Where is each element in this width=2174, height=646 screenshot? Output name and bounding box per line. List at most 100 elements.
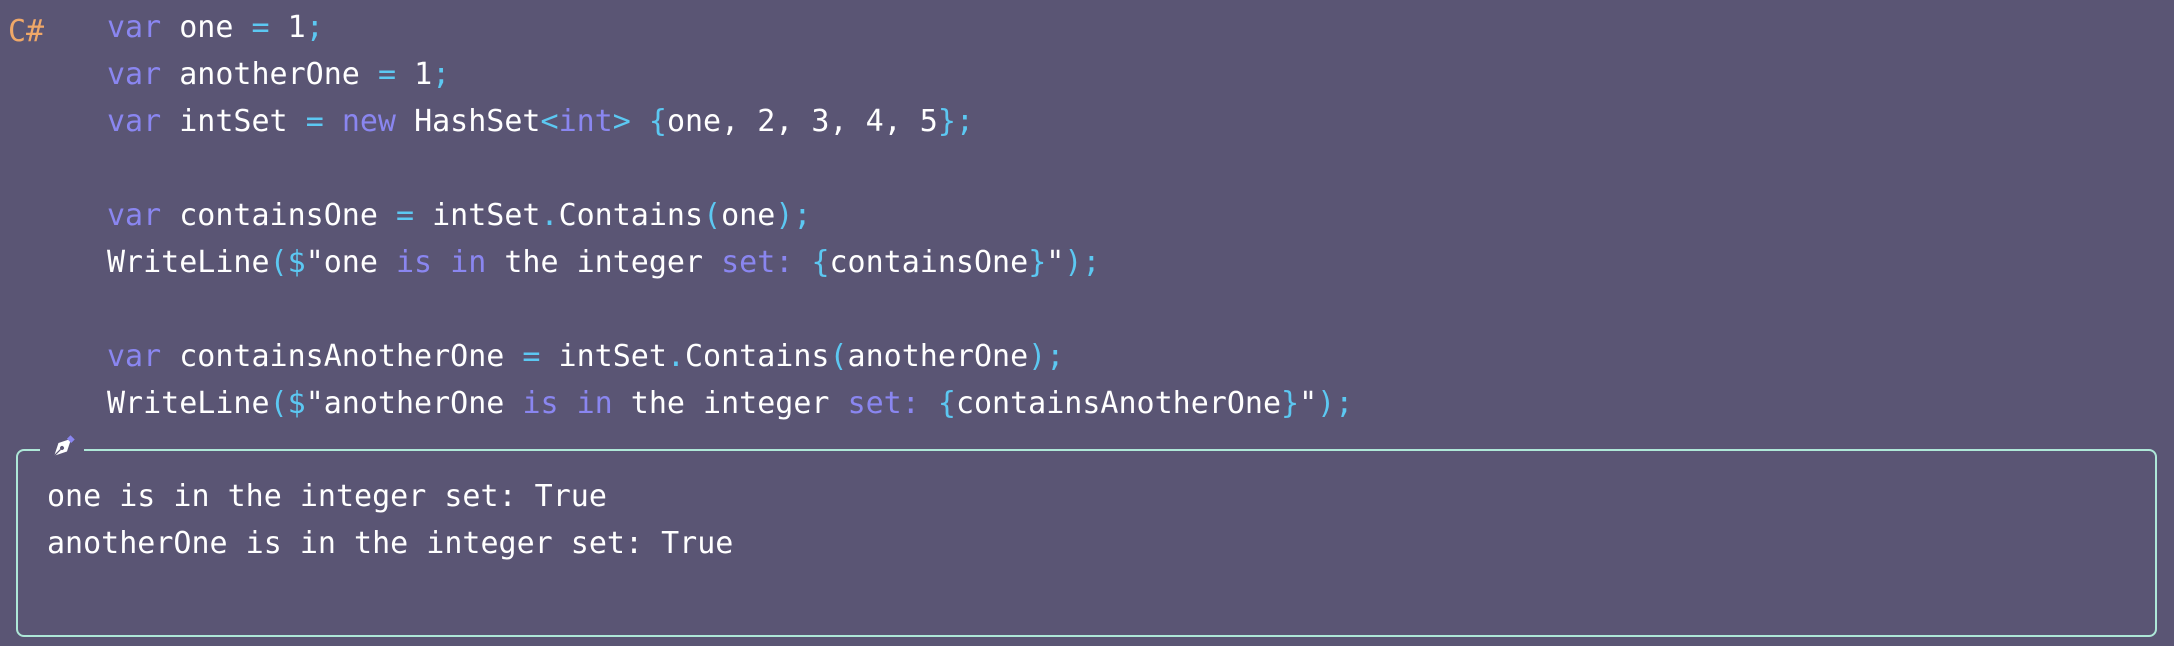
- code-token: HashSet: [414, 104, 541, 139]
- output-line: one is in the integer set: True: [47, 479, 607, 514]
- code-line: var anotherOne = 1;: [107, 51, 2174, 98]
- code-token: var: [107, 198, 162, 233]
- code-token: ": [1046, 245, 1065, 280]
- code-editor[interactable]: var one = 1; var anotherOne = 1; var intSe…: [107, 4, 2174, 427]
- code-token: ;: [432, 57, 451, 92]
- code-token: (: [703, 198, 722, 233]
- code-token: .: [666, 339, 685, 374]
- code-line: WriteLine($"one is in the integer set: {…: [107, 239, 2174, 286]
- code-token: var: [107, 104, 162, 139]
- code-token: is: [522, 386, 559, 421]
- code-token: 1: [414, 57, 433, 92]
- code-token: }: [1281, 386, 1300, 421]
- code-token: containsOne: [829, 245, 1029, 280]
- language-label: C#: [8, 14, 45, 49]
- code-line: var containsOne = intSet.Contains(one);: [107, 192, 2174, 239]
- output-text: one is in the integer set: True anotherO…: [47, 473, 733, 567]
- code-token: "one: [305, 245, 396, 280]
- code-line: var containsAnotherOne = intSet.Contains…: [107, 333, 2174, 380]
- code-token: ": [1299, 386, 1318, 421]
- code-token: anotherOne: [847, 339, 1029, 374]
- output-panel: one is in the integer set: True anotherO…: [16, 433, 2157, 637]
- code-token: );: [1317, 386, 1354, 421]
- code-token: the integer: [612, 386, 848, 421]
- code-token: {: [937, 386, 956, 421]
- code-token: WriteLine: [107, 386, 270, 421]
- code-token: Contains: [558, 198, 704, 233]
- code-token: }: [1028, 245, 1047, 280]
- code-token: intSet: [558, 339, 667, 374]
- code-token: );: [775, 198, 812, 233]
- code-token: one: [721, 198, 776, 233]
- code-token: containsOne: [179, 198, 378, 233]
- code-token: var: [107, 10, 162, 45]
- code-token: (: [829, 339, 848, 374]
- code-token: int: [558, 104, 613, 139]
- code-token: $: [287, 386, 306, 421]
- code-token: =: [377, 57, 396, 92]
- output-line: anotherOne is in the integer set: True: [47, 526, 734, 561]
- code-token: };: [937, 104, 974, 139]
- code-token: =: [522, 339, 541, 374]
- code-token: in: [576, 386, 613, 421]
- code-token: one: [179, 10, 234, 45]
- code-token: ;: [305, 10, 324, 45]
- code-token: =: [305, 104, 324, 139]
- code-token: =: [251, 10, 270, 45]
- code-token: intSet: [179, 104, 288, 139]
- code-token: in: [450, 245, 487, 280]
- code-token: containsAnotherOne: [179, 339, 505, 374]
- code-token: intSet: [432, 198, 541, 233]
- code-token: );: [1028, 339, 1065, 374]
- code-token: new: [341, 104, 396, 139]
- code-token: 1: [287, 10, 306, 45]
- code-token: $: [287, 245, 306, 280]
- code-token: .: [540, 198, 559, 233]
- code-token: {: [811, 245, 830, 280]
- code-token: Contains: [684, 339, 830, 374]
- code-token: (: [269, 245, 288, 280]
- code-token: is: [396, 245, 433, 280]
- code-token: set:: [847, 386, 920, 421]
- code-token: <: [540, 104, 559, 139]
- code-token: WriteLine: [107, 245, 270, 280]
- code-line: WriteLine($"anotherOne is in the integer…: [107, 380, 2174, 427]
- code-token: var: [107, 339, 162, 374]
- code-token: containsAnotherOne: [955, 386, 1282, 421]
- code-token: (: [269, 386, 288, 421]
- code-token: one, 2, 3, 4, 5: [666, 104, 938, 139]
- code-line: var one = 1;: [107, 4, 2174, 51]
- code-token: >: [612, 104, 631, 139]
- code-token: "anotherOne: [305, 386, 523, 421]
- code-token: );: [1064, 245, 1101, 280]
- code-token: set:: [721, 245, 794, 280]
- code-token: =: [396, 198, 415, 233]
- code-line: var intSet = new HashSet<int> {one, 2, 3…: [107, 98, 2174, 145]
- code-token: {: [648, 104, 667, 139]
- code-token: the integer: [486, 245, 722, 280]
- code-token: var: [107, 57, 162, 92]
- pen-nib-icon: [40, 433, 84, 463]
